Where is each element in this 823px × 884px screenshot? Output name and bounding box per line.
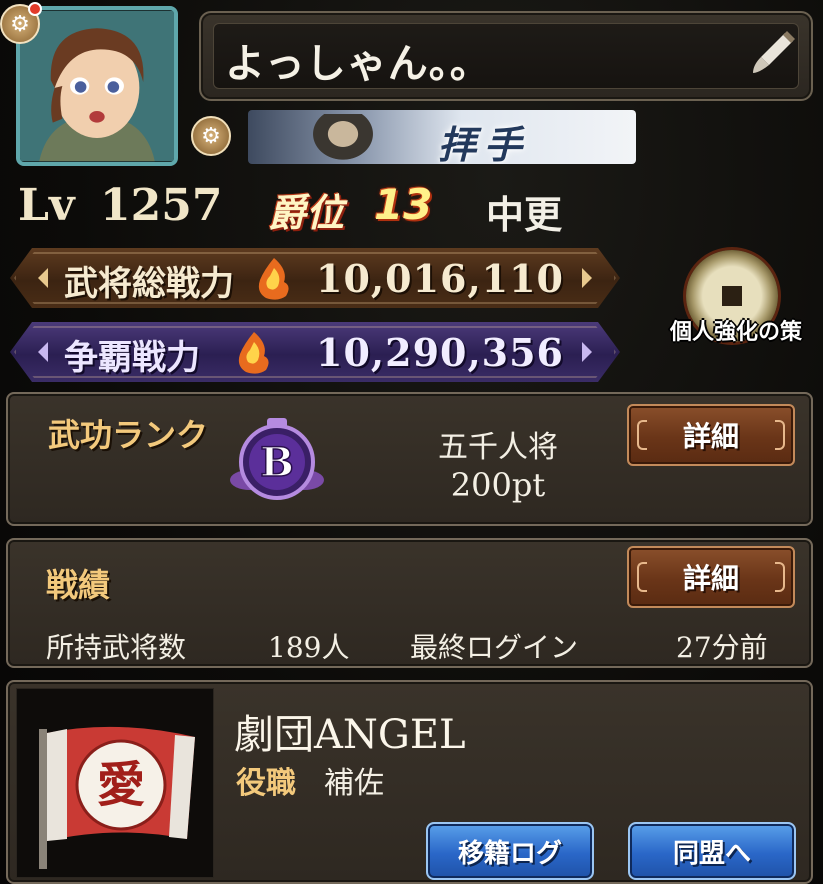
generals-count-label: 所持武将数	[46, 631, 187, 664]
detail-button-label: 詳細	[682, 562, 739, 595]
personal-enhance-button[interactable]: 個人強化の策	[656, 250, 816, 360]
banner-settings-gear-icon[interactable]: ⚙	[191, 116, 231, 156]
level-label: Lv	[18, 180, 75, 231]
rank-badge-icon: B	[230, 418, 324, 500]
player-avatar[interactable]	[16, 6, 178, 166]
military-rank-detail-button[interactable]: 詳細	[627, 404, 795, 466]
military-rank-points: 200pt	[450, 466, 546, 504]
military-rank-panel: 武功ランク B 五千人将 200pt 詳細	[6, 392, 813, 526]
role-label: 役職	[236, 766, 296, 801]
hegemony-power-value: 10,290,356	[316, 330, 564, 375]
hegemony-power-label: 争覇戦力	[64, 338, 200, 378]
alliance-flag[interactable]: 愛	[16, 688, 214, 878]
avatar-settings-gear-icon[interactable]: ⚙	[0, 2, 42, 44]
notification-dot-icon	[28, 2, 42, 16]
peerage-value: 13	[374, 180, 433, 229]
general-power-label: 武将総戦力	[64, 264, 234, 304]
edit-brush-icon[interactable]	[751, 29, 797, 75]
banner-character-image	[308, 114, 378, 164]
button-ornament-right-icon	[775, 562, 785, 592]
right-ornament-icon	[582, 342, 592, 362]
general-power-value: 10,016,110	[316, 256, 564, 301]
general-power-bar: 武将総戦力 10,016,110	[10, 248, 620, 308]
hegemony-power-bar: 争覇戦力 10,290,356	[10, 322, 620, 382]
personal-enhance-label: 個人強化の策	[669, 320, 802, 345]
go-to-alliance-button[interactable]: 同盟へ	[628, 822, 796, 880]
player-name: よっしゃん。。	[225, 41, 491, 87]
flame-icon	[234, 330, 274, 374]
record-detail-button[interactable]: 詳細	[627, 546, 795, 608]
military-rank-title: 武功ランク	[48, 416, 209, 454]
player-name-box[interactable]: よっしゃん。。	[199, 11, 813, 101]
military-rank-name: 五千人将	[438, 430, 558, 465]
rank-badge-letter: B	[260, 439, 294, 486]
alliance-flag-char: 愛	[97, 757, 145, 813]
left-ornament-icon	[38, 342, 48, 362]
peerage-title: 中更	[486, 193, 563, 237]
record-title: 戦績	[46, 566, 111, 604]
alliance-flag-icon: 愛	[39, 726, 195, 869]
banner-title-text: 拝手	[438, 122, 531, 164]
right-ornament-icon	[582, 268, 592, 288]
detail-button-label: 詳細	[682, 420, 739, 453]
avatar-portrait	[20, 10, 174, 162]
last-login-label: 最終ログイン	[410, 631, 579, 664]
alliance-panel: 愛 劇団ANGEL 役職 補佐 移籍ログ 同盟へ	[6, 680, 813, 884]
last-login-value: 27分前	[676, 631, 768, 664]
level-value: 1257	[100, 180, 223, 231]
button-ornament-left-icon	[637, 562, 647, 592]
alliance-name: 劇団ANGEL	[234, 712, 466, 758]
left-ornament-icon	[38, 268, 48, 288]
button-ornament-right-icon	[775, 420, 785, 450]
flame-icon	[254, 256, 294, 300]
transfer-log-button[interactable]: 移籍ログ	[426, 822, 594, 880]
generals-count-value: 189人	[268, 631, 350, 664]
record-panel: 戦績 詳細 所持武将数 189人 最終ログイン 27分前	[6, 538, 813, 668]
peerage-label: 爵位	[268, 191, 345, 235]
title-banner[interactable]: 拝手	[248, 110, 636, 164]
role-value: 補佐	[324, 766, 384, 801]
button-ornament-left-icon	[637, 420, 647, 450]
